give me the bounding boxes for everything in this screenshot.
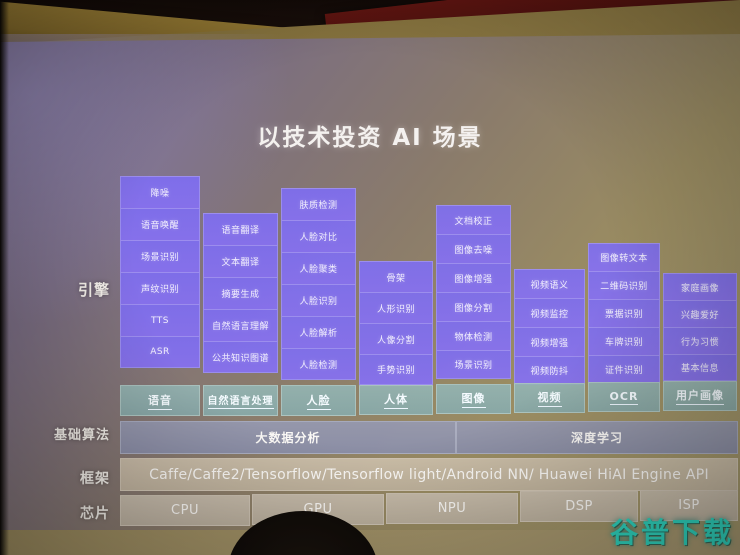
row-label-engine: 引擎 [77,281,110,299]
engine-cell: 肤质检测 [281,188,356,220]
engine-column-视频: 视频语义 视频监控 视频增强 视频防抖 [514,269,585,385]
engine-cell: 视频防抖 [514,356,585,385]
row-label-base-algorithm: 基础算法 [53,428,110,443]
engine-cell: 文本翻译 [203,245,278,277]
photo-of-projected-slide: 会堂力府 以技术投资 AI 场景 引擎 基础算法 框架 芯片 降噪语音唤醒场景识… [0,0,740,555]
engine-cell: 物体检测 [436,321,511,350]
category-label: 语音 [148,392,172,410]
category-cell-人脸: 人脸 [281,385,356,416]
category-label: 人脸 [306,392,331,410]
engine-column-图像: 文档校正 图像去噪 图像增强 图像分割 物体检测 场景识别 [436,205,511,379]
engine-column-OCR: 图像转文本 二维码识别 票据识别 车牌识别 证件识别 [588,243,660,383]
engine-cell: 手势识别 [359,354,433,385]
base-algorithm-cell-big-data: 大数据分析 [120,421,456,454]
engine-cell: 人脸检测 [281,348,356,380]
row-label-framework: 框架 [80,471,110,487]
engine-cell: ASR [120,336,200,368]
watermark-text: 谷普下载 [609,516,734,549]
engine-cell: 人脸对比 [281,220,356,252]
engine-cell: 二维码识别 [588,271,660,299]
base-algorithm-cell-deep-learning: 深度学习 [456,421,738,454]
category-cell-语音: 语音 [120,385,200,416]
engine-cell: 文档校正 [436,205,511,234]
category-cell-用户画像: 用户画像 [663,381,737,411]
engine-cell: 人形识别 [359,292,433,323]
engine-column-用户画像: 家庭画像 兴趣爱好 行为习惯 基本信息 [663,273,737,381]
engine-cell: 公共知识图谱 [203,341,278,373]
category-label: 人体 [384,391,408,409]
engine-cell: 人像分割 [359,323,433,354]
engine-cell: 视频增强 [514,327,585,356]
category-cell-OCR: OCR [588,382,660,412]
category-cell-人体: 人体 [359,385,433,415]
category-cell-自然语言处理: 自然语言处理 [203,385,278,416]
engine-cell: 视频语义 [514,269,585,298]
engine-cell: 场景识别 [436,350,511,379]
category-label: OCR [609,389,639,405]
engine-cell: 降噪 [120,176,200,208]
engine-cell: 视频监控 [514,298,585,327]
category-cell-图像: 图像 [436,384,511,414]
engine-cell: 人脸识别 [281,284,356,316]
engine-cell: 图像转文本 [588,243,660,271]
engine-cell: TTS [120,304,200,336]
engine-cell: 车牌识别 [588,327,660,355]
row-label-chip: 芯片 [80,506,110,522]
engine-cell: 语音翻译 [203,213,278,245]
engine-cell: 场景识别 [120,240,200,272]
engine-cell: 兴趣爱好 [663,300,737,327]
category-label: 用户画像 [676,387,724,405]
engine-column-语音: 降噪 语音唤醒 场景识别 声纹识别 TTS ASR [120,176,200,368]
engine-cell: 家庭画像 [663,273,737,300]
framework-cell: Caffe/Caffe2/Tensorflow/Tensorflow light… [120,458,738,491]
engine-cell: 图像去噪 [436,234,511,263]
engine-cell: 自然语言理解 [203,309,278,341]
engine-cell: 行为习惯 [663,327,737,354]
category-label: 图像 [461,390,486,408]
category-label: 自然语言处理 [207,392,274,409]
engine-cell: 图像增强 [436,263,511,292]
engine-cell: 人脸解析 [281,316,356,348]
engine-cell: 票据识别 [588,299,660,327]
chip-cell-npu: NPU [386,493,518,524]
engine-cell: 声纹识别 [120,272,200,304]
engine-cell: 证件识别 [588,355,660,383]
engine-cell: 骨架 [359,261,433,292]
engine-cell: 摘要生成 [203,277,278,309]
engine-cell: 人脸聚类 [281,252,356,284]
slide-title: 以技术投资 AI 场景 [257,125,483,151]
left-dark-edge [0,0,9,555]
engine-cell: 图像分割 [436,292,511,321]
category-cell-视频: 视频 [514,383,585,413]
engine-column-人脸: 肤质检测 人脸对比 人脸聚类 人脸识别 人脸解析 人脸检测 [281,188,356,380]
engine-column-自然语言处理: 语音翻译 文本翻译 摘要生成 自然语言理解 公共知识图谱 [203,213,278,373]
engine-column-人体: 骨架 人形识别 人像分割 手势识别 [359,261,433,385]
chip-cell-cpu: CPU [120,495,250,526]
engine-cell: 语音唤醒 [120,208,200,240]
category-label: 视频 [537,389,562,407]
engine-cell: 基本信息 [663,354,737,381]
